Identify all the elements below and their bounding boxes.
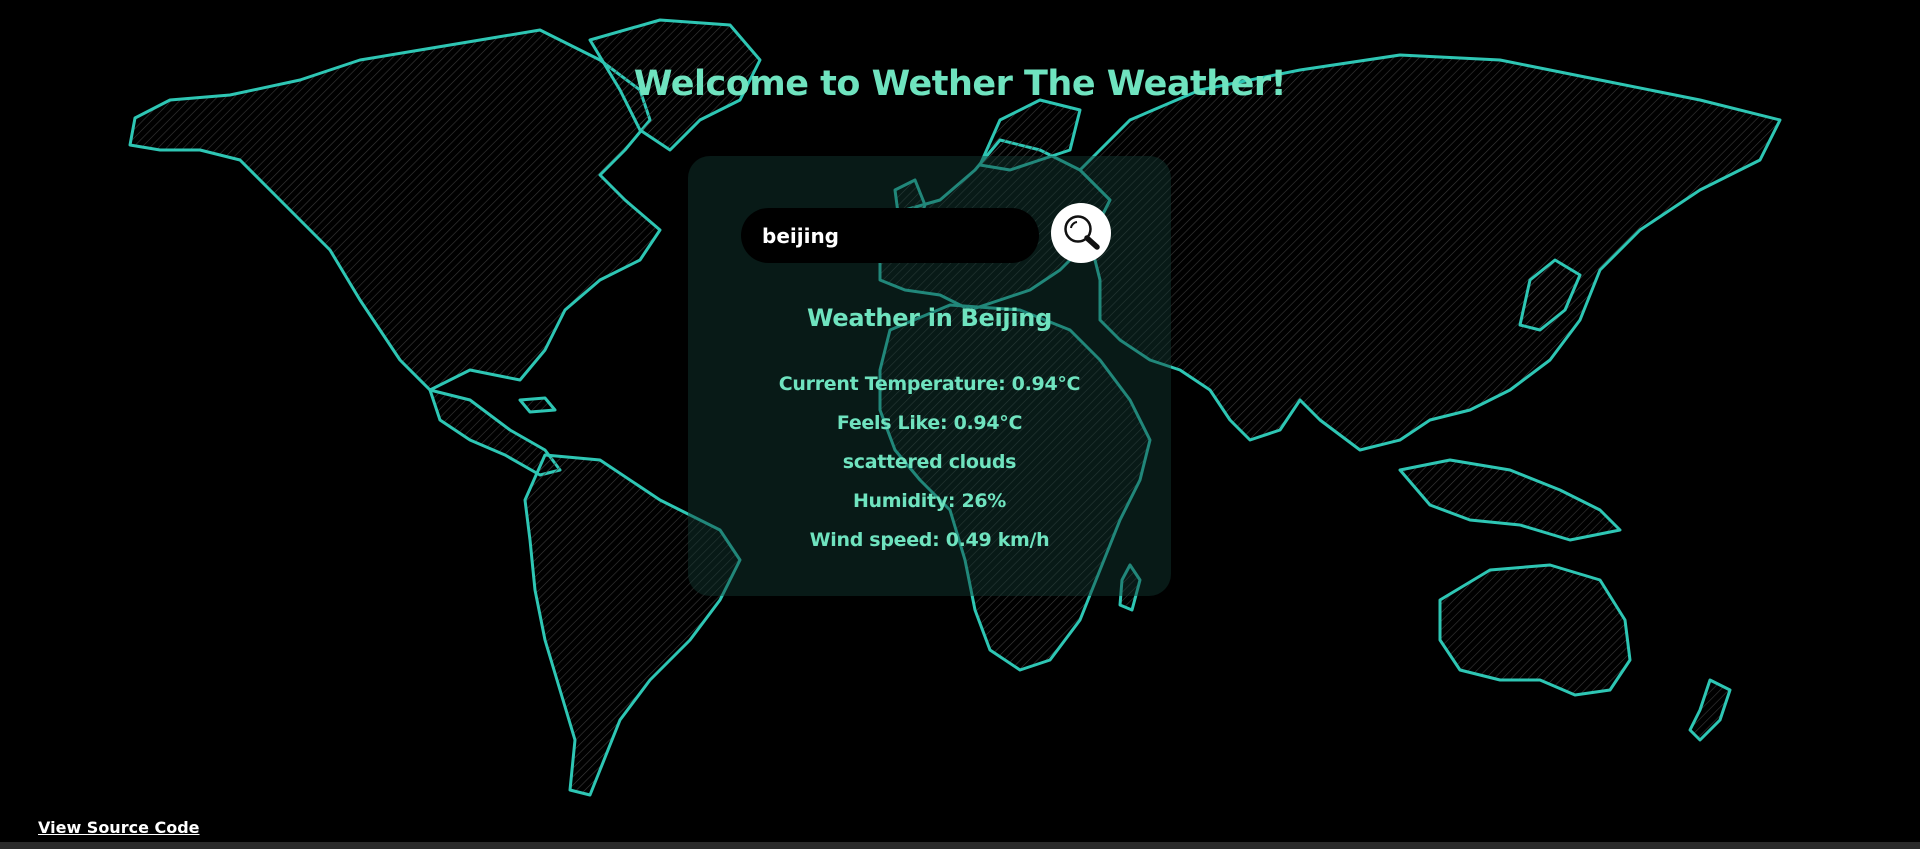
caribbean-shape: [518, 396, 557, 414]
southeast-asia-shape: [1398, 458, 1622, 542]
weather-description: scattered clouds: [842, 451, 1017, 473]
magnifier-icon: [1064, 215, 1100, 250]
new-zealand-shape: [1688, 678, 1732, 742]
city-search-input[interactable]: [741, 208, 1039, 263]
search-button[interactable]: [1051, 203, 1111, 263]
view-source-code-link[interactable]: View Source Code: [38, 818, 200, 837]
asia-shape: [1078, 53, 1782, 452]
page-title: Welcome to Wether The Weather!: [633, 64, 1287, 104]
humidity: Humidity: 26%: [852, 490, 1007, 512]
bottom-scrollbar-strip: [0, 842, 1920, 849]
weather-location-heading: Weather in Beijing: [807, 304, 1052, 332]
feels-like-temperature: Feels Like: 0.94°C: [836, 412, 1023, 434]
page: Welcome to Wether The Weather! Weather i…: [0, 0, 1920, 849]
current-temperature: Current Temperature: 0.94°C: [778, 373, 1081, 395]
wind-speed: Wind speed: 0.49 km/h: [809, 529, 1050, 551]
australia-shape: [1438, 563, 1632, 697]
